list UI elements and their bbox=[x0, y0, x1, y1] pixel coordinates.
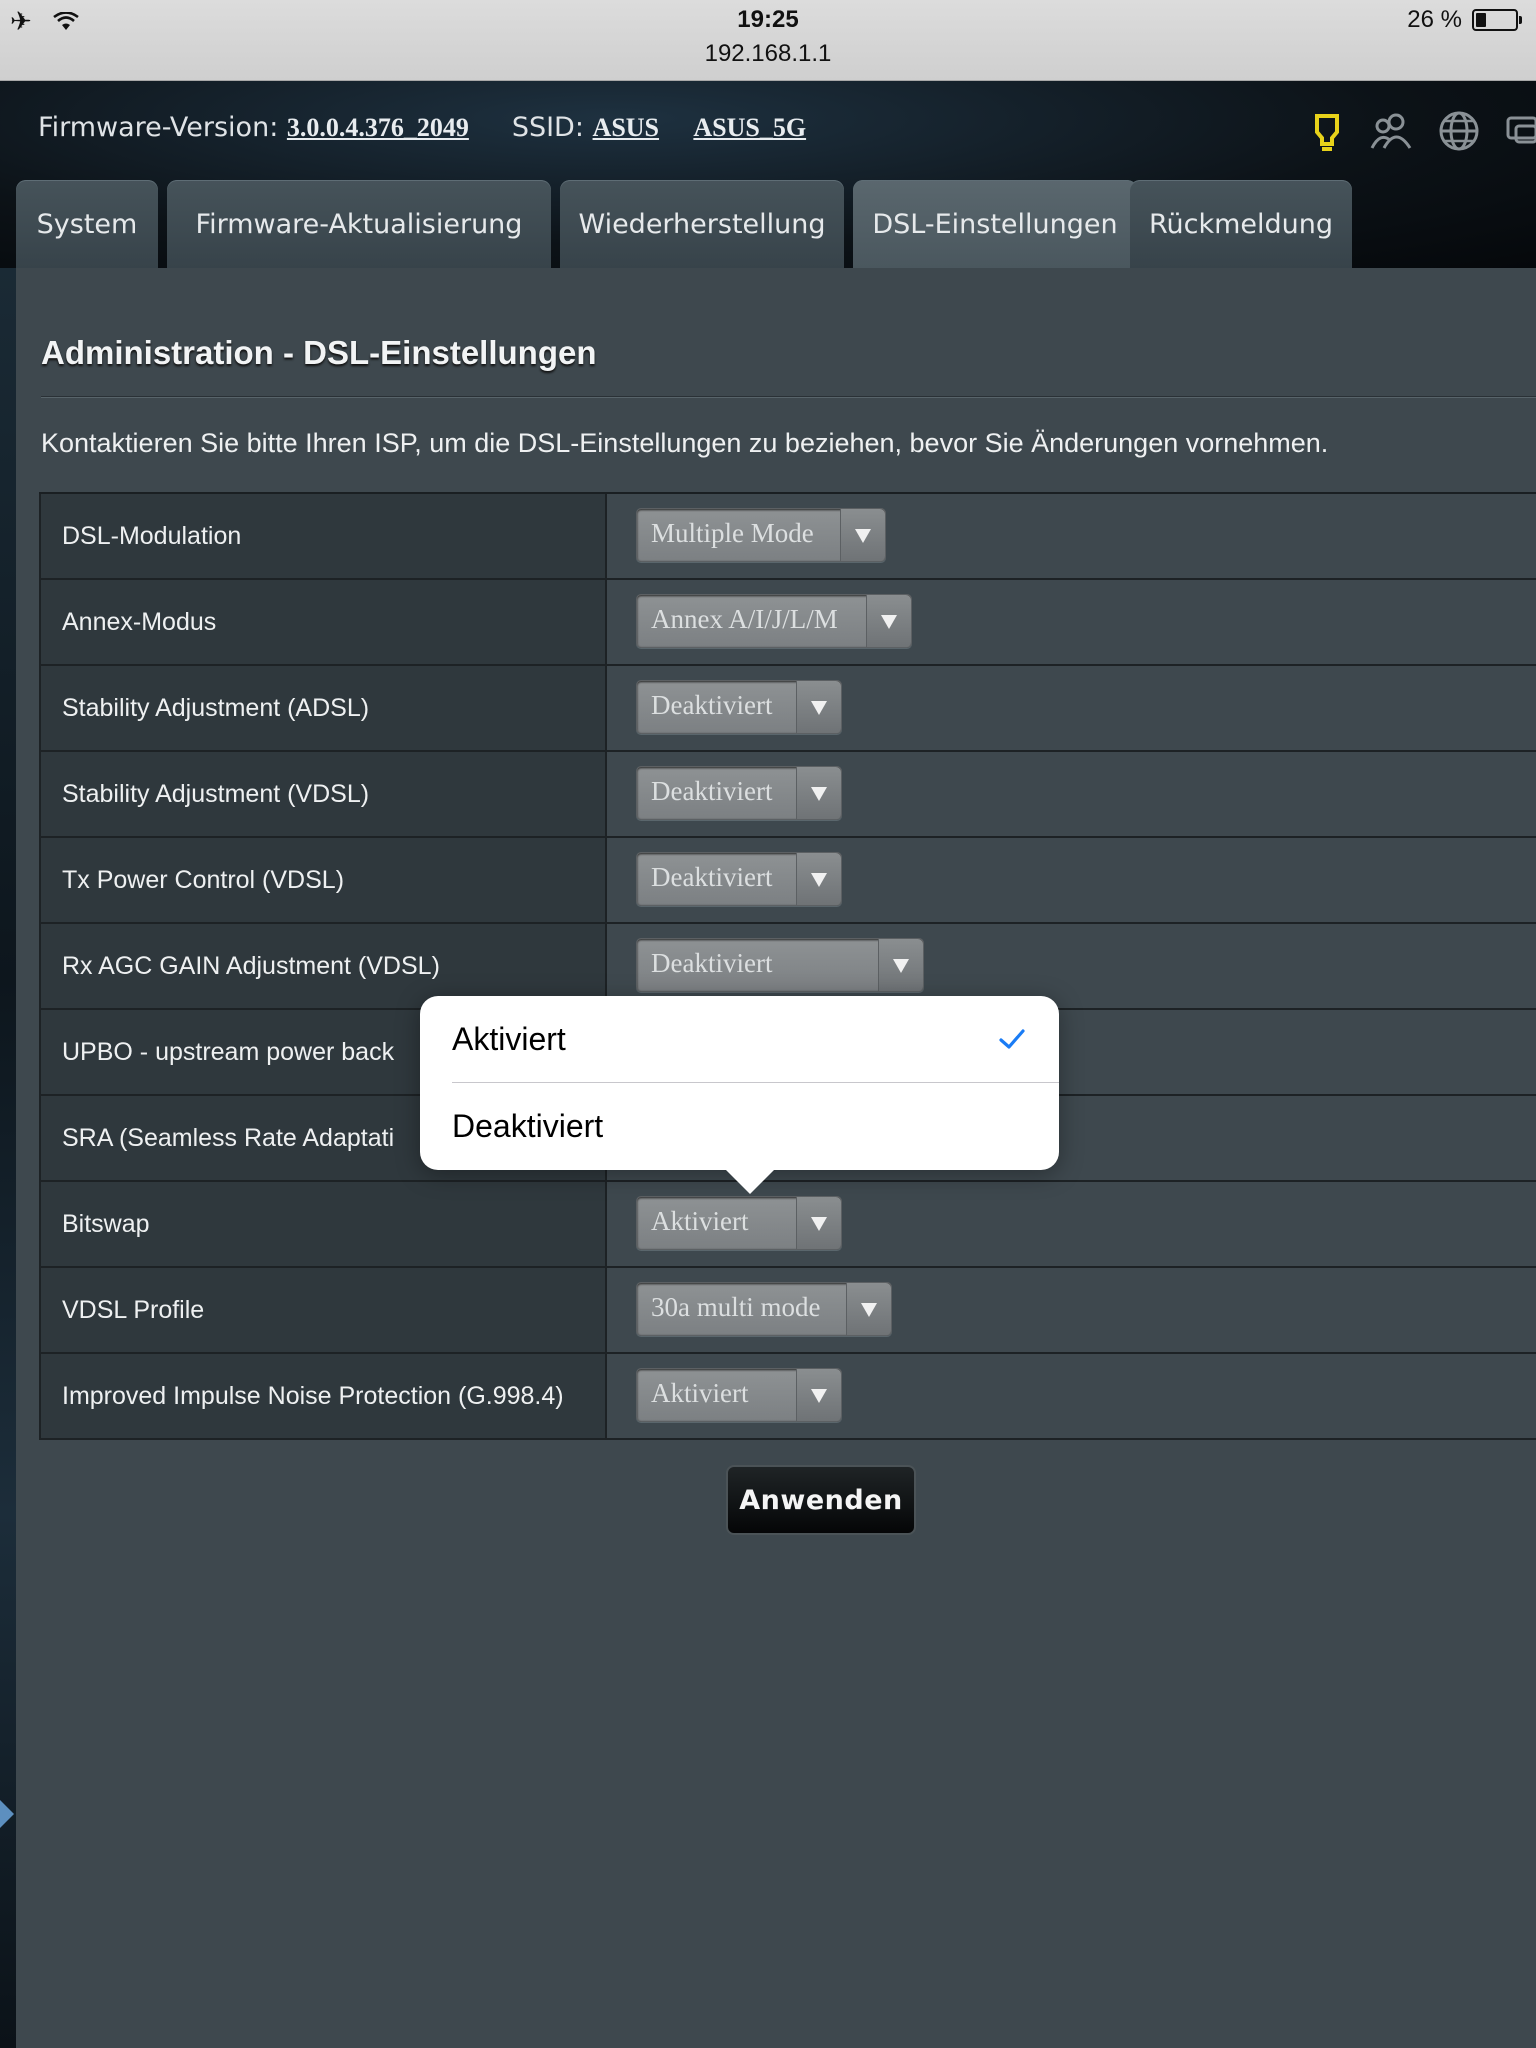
chevron-down-icon bbox=[878, 939, 923, 991]
clients-icon[interactable] bbox=[1368, 108, 1414, 154]
stability-adsl-select[interactable]: Deaktiviert bbox=[636, 680, 842, 734]
firmware-label: Firmware-Version: bbox=[38, 112, 279, 143]
setting-value-cell: Multiple Mode bbox=[609, 494, 1536, 578]
select-value: Deaktiviert bbox=[651, 862, 773, 892]
select-value: 30a multi mode bbox=[651, 1292, 821, 1322]
chevron-down-icon bbox=[866, 595, 911, 647]
chevron-down-icon bbox=[796, 681, 841, 733]
chevron-down-icon bbox=[796, 1197, 841, 1249]
setting-row-bitswap: Bitswap Aktiviert bbox=[39, 1182, 1536, 1268]
setting-row-stability-adsl: Stability Adjustment (ADSL) Deaktiviert bbox=[39, 666, 1536, 752]
select-value: Aktiviert bbox=[651, 1378, 749, 1408]
inp-select[interactable]: Aktiviert bbox=[636, 1368, 842, 1422]
setting-label: DSL-Modulation bbox=[39, 494, 607, 578]
setting-label: Improved Impulse Noise Protection (G.998… bbox=[39, 1354, 607, 1438]
setting-label: Stability Adjustment (VDSL) bbox=[39, 752, 607, 836]
isp-notice: Kontaktieren Sie bitte Ihren ISP, um die… bbox=[41, 428, 1329, 458]
sidebar-expand-arrow-icon[interactable] bbox=[0, 1800, 14, 1828]
setting-value-cell: Deaktiviert bbox=[609, 666, 1536, 750]
setting-label: Tx Power Control (VDSL) bbox=[39, 838, 607, 922]
setting-label: VDSL Profile bbox=[39, 1268, 607, 1352]
tab-label: System bbox=[36, 208, 138, 240]
tx-power-select[interactable]: Deaktiviert bbox=[636, 852, 842, 906]
tab-feedback[interactable]: Rückmeldung bbox=[1130, 180, 1352, 268]
status-right: 26 % bbox=[1407, 6, 1522, 34]
select-popover: Aktiviert Deaktiviert bbox=[420, 996, 1059, 1194]
setting-row-annex-mode: Annex-Modus Annex A/I/J/L/M bbox=[39, 580, 1536, 666]
annex-mode-select[interactable]: Annex A/I/J/L/M bbox=[636, 594, 912, 648]
chevron-down-icon bbox=[796, 1369, 841, 1421]
setting-row-inp: Improved Impulse Noise Protection (G.998… bbox=[39, 1354, 1536, 1440]
setting-value-cell: 30a multi mode bbox=[609, 1268, 1536, 1352]
usb-icon[interactable] bbox=[1304, 108, 1350, 154]
setting-value-cell: Aktiviert bbox=[609, 1182, 1536, 1266]
select-value: Deaktiviert bbox=[651, 948, 773, 978]
dsl-modulation-select[interactable]: Multiple Mode bbox=[636, 508, 886, 562]
setting-value-cell: Annex A/I/J/L/M bbox=[609, 580, 1536, 664]
select-value: Annex A/I/J/L/M bbox=[651, 604, 838, 634]
chevron-down-icon bbox=[846, 1283, 891, 1335]
tab-dsl-settings[interactable]: DSL-Einstellungen bbox=[853, 180, 1137, 268]
left-side-strip bbox=[0, 268, 16, 2048]
battery-icon bbox=[1472, 9, 1522, 31]
chevron-down-icon bbox=[796, 767, 841, 819]
firmware-ssid-line: Firmware-Version: 3.0.0.4.376_2049 SSID:… bbox=[38, 112, 806, 143]
setting-value-cell: Aktiviert bbox=[609, 1354, 1536, 1438]
option-label: Aktiviert bbox=[452, 1020, 566, 1057]
battery-level-fill bbox=[1476, 13, 1486, 27]
status-time: 19:25 bbox=[737, 6, 799, 33]
setting-value-cell: Deaktiviert bbox=[609, 838, 1536, 922]
setting-row-vdsl-profile: VDSL Profile 30a multi mode bbox=[39, 1268, 1536, 1354]
network-map-icon[interactable] bbox=[1504, 108, 1536, 154]
setting-row-stability-vdsl: Stability Adjustment (VDSL) Deaktiviert bbox=[39, 752, 1536, 838]
apply-button[interactable]: Anwenden bbox=[726, 1465, 916, 1535]
dsl-settings-table: DSL-Modulation Multiple Mode Annex-Modus… bbox=[39, 492, 1536, 1440]
bitswap-select[interactable]: Aktiviert bbox=[636, 1196, 842, 1250]
popover-option-aktiviert[interactable]: Aktiviert bbox=[452, 996, 1059, 1083]
setting-label: Annex-Modus bbox=[39, 580, 607, 664]
tab-firmware-update[interactable]: Firmware-Aktualisierung bbox=[167, 180, 551, 268]
tab-restore[interactable]: Wiederherstellung bbox=[560, 180, 844, 268]
internet-globe-icon[interactable] bbox=[1436, 108, 1482, 154]
tab-label: Firmware-Aktualisierung bbox=[195, 208, 523, 240]
firmware-version-link[interactable]: 3.0.0.4.376_2049 bbox=[287, 113, 469, 142]
ios-status-bar: ✈ 19:25 192.168.1.1 26 % bbox=[0, 0, 1536, 81]
setting-label: Stability Adjustment (ADSL) bbox=[39, 666, 607, 750]
setting-row-tx-power: Tx Power Control (VDSL) Deaktiviert bbox=[39, 838, 1536, 924]
ssid-link-5g[interactable]: ASUS_5G bbox=[693, 113, 806, 142]
tab-label: DSL-Einstellungen bbox=[872, 208, 1118, 240]
battery-percent: 26 % bbox=[1407, 6, 1462, 33]
select-value: Deaktiviert bbox=[651, 776, 773, 806]
ssid-label: SSID: bbox=[511, 112, 584, 143]
select-value: Deaktiviert bbox=[651, 690, 773, 720]
chevron-down-icon bbox=[796, 853, 841, 905]
setting-row-dsl-modulation: DSL-Modulation Multiple Mode bbox=[39, 494, 1536, 580]
vdsl-profile-select[interactable]: 30a multi mode bbox=[636, 1282, 892, 1336]
popover-option-deaktiviert[interactable]: Deaktiviert bbox=[452, 1083, 1059, 1169]
stability-vdsl-select[interactable]: Deaktiviert bbox=[636, 766, 842, 820]
setting-label: Bitswap bbox=[39, 1182, 607, 1266]
select-value: Multiple Mode bbox=[651, 518, 814, 548]
chevron-down-icon bbox=[840, 509, 885, 561]
option-label: Deaktiviert bbox=[452, 1107, 604, 1144]
tab-label: Wiederherstellung bbox=[578, 208, 826, 240]
select-value: Aktiviert bbox=[651, 1206, 749, 1236]
ssid-link-24g[interactable]: ASUS bbox=[593, 113, 659, 142]
checkmark-icon bbox=[999, 1029, 1025, 1049]
browser-url[interactable]: 192.168.1.1 bbox=[0, 40, 1536, 68]
tab-label: Rückmeldung bbox=[1148, 208, 1334, 240]
setting-value-cell: Deaktiviert bbox=[609, 752, 1536, 836]
page-title: Administration - DSL-Einstellungen bbox=[41, 334, 597, 371]
rx-agc-select[interactable]: Deaktiviert bbox=[636, 938, 924, 992]
title-divider bbox=[41, 396, 1536, 398]
tab-system[interactable]: System bbox=[16, 180, 158, 268]
